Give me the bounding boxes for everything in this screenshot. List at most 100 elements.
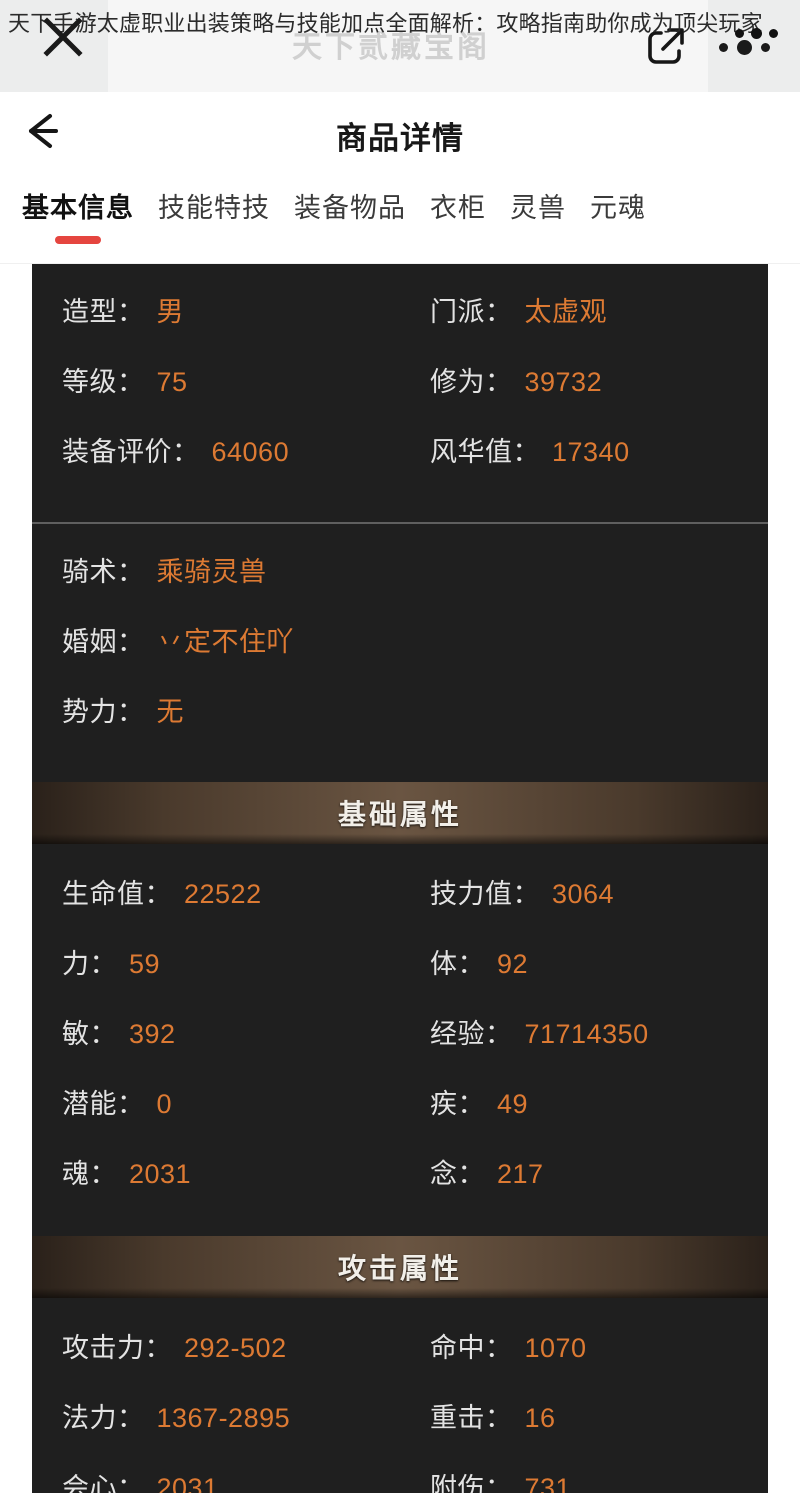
row-value: 16 [524,1403,556,1433]
attack-attributes-header: 攻击属性 [32,1236,768,1298]
row-value: 64060 [211,437,290,467]
tab-label: 衣柜 [430,193,486,223]
tab-label: 基本信息 [22,193,134,223]
basic-info-section: 造型： 男 门派： 太虚观 等级： 75 修为： 39732 装备评价： 640… [32,264,768,522]
row-value: 3064 [552,879,615,909]
row-label: 技力值： [430,879,540,909]
attack-attributes-section: 攻击力： 292-502 命中： 1070 法力： 1367-2895 重击： … [32,1298,768,1493]
info-row-faction: 势力： 无 [32,690,768,760]
row-label: 等级： [62,367,145,397]
base-attributes-header: 基础属性 [32,782,768,844]
info-row-level: 等级： 75 [32,360,400,430]
attr-row-magic-power: 法力： 1367-2895 [32,1396,400,1466]
row-label: 婚姻： [62,627,145,657]
row-value: 49 [497,1089,529,1119]
row-label: 念： [430,1159,485,1189]
tab-equipment[interactable]: 装备物品 [294,178,430,244]
row-label: 装备评价： [62,437,200,467]
row-label: 门派： [430,297,513,327]
row-label: 敏： [62,1019,117,1049]
row-label: 修为： [430,367,513,397]
row-value: 男 [156,297,184,327]
row-value: 39732 [524,367,603,397]
close-x-icon[interactable] [42,16,84,58]
row-value: 292-502 [184,1333,287,1363]
row-value: 1367-2895 [156,1403,291,1433]
info-row-sect: 门派： 太虚观 [400,290,768,360]
more-dots-icon-nav[interactable] [719,40,770,55]
row-label: 魂： [62,1159,117,1189]
tab-skills[interactable]: 技能特技 [158,178,294,244]
navbar: 商品详情 [0,92,800,178]
character-info-card: 造型： 男 门派： 太虚观 等级： 75 修为： 39732 装备评价： 640… [32,264,768,1493]
attr-row-experience: 经验： 71714350 [400,1012,768,1082]
tab-active-indicator [515,236,561,244]
social-info-section: 骑术： 乘骑灵兽 婚姻： 丷定不住吖 势力： 无 [32,522,768,782]
tab-active-indicator [327,236,373,244]
attr-row-attack-power: 攻击力： 292-502 [32,1326,400,1396]
row-value: 71714350 [524,1019,649,1049]
row-label: 骑术： [62,557,145,587]
row-label: 疾： [430,1089,485,1119]
attr-row-potential: 潜能： 0 [32,1082,400,1152]
row-label: 附伤： [430,1473,513,1493]
back-arrow-icon[interactable] [22,108,68,159]
row-label: 风华值： [430,437,540,467]
tab-soul[interactable]: 元魂 [590,178,670,244]
attr-row-mp: 技力值： 3064 [400,872,768,942]
tab-wardrobe[interactable]: 衣柜 [430,178,510,244]
tab-active-indicator [595,236,641,244]
more-dots-icon-top[interactable] [735,28,778,39]
tab-label: 元魂 [590,193,646,223]
attr-row-agility: 敏： 392 [32,1012,400,1082]
row-label: 命中： [430,1333,513,1363]
page-title: 商品详情 [336,120,464,156]
tab-label: 灵兽 [510,193,566,223]
row-value: 1070 [524,1333,587,1363]
attr-row-heavy-strike: 重击： 16 [400,1396,768,1466]
attr-row-accuracy: 命中： 1070 [400,1326,768,1396]
tab-basic-info[interactable]: 基本信息 [22,178,158,244]
row-value: 392 [129,1019,176,1049]
row-value: 0 [156,1089,173,1119]
detail-panel: 造型： 男 门派： 太虚观 等级： 75 修为： 39732 装备评价： 640… [0,264,800,1493]
attr-row-mind: 念： 217 [400,1152,768,1222]
row-value: 92 [497,949,529,979]
info-row-mount: 骑术： 乘骑灵兽 [32,550,768,620]
attr-row-extra-damage: 附伤： 731 [400,1466,768,1493]
row-value: 217 [497,1159,544,1189]
row-value: 2031 [156,1473,219,1493]
section-title: 攻击属性 [337,1253,462,1284]
tab-label: 装备物品 [294,193,406,223]
info-row-cultivation: 修为： 39732 [400,360,768,430]
row-value: 22522 [184,879,262,909]
row-value: 无 [156,697,184,727]
attr-row-strength: 力： 59 [32,942,400,1012]
tab-active-indicator [55,236,101,244]
base-attributes-section: 生命值： 22522 技力值： 3064 力： 59 体： 92 敏： 392 … [32,844,768,1236]
info-row-gear-score: 装备评价： 64060 [32,430,400,500]
article-title: 天下手游太虚职业出装策略与技能加点全面解析：攻略指南助你成为顶尖玩家 [8,11,763,36]
row-value: 731 [524,1473,572,1493]
row-label: 体： [430,949,485,979]
row-label: 潜能： [62,1089,145,1119]
attr-row-critical: 会心： 2031 [32,1466,400,1493]
tab-active-indicator [435,236,481,244]
attr-row-soul: 魂： 2031 [32,1152,400,1222]
tab-active-indicator [191,236,237,244]
row-label: 生命值： [62,879,172,909]
info-row-marriage: 婚姻： 丷定不住吖 [32,620,768,690]
tab-spirit-beast[interactable]: 灵兽 [510,178,590,244]
row-label: 重击： [430,1403,513,1433]
page-root: 天下贰藏宝阁 天下手游太虚职业出装策略与技能加点全面解析：攻略指南助你成为顶尖玩… [0,0,800,1493]
row-label: 法力： [62,1403,145,1433]
attr-row-speed: 疾： 49 [400,1082,768,1152]
row-label: 力： [62,949,117,979]
row-value: 2031 [129,1159,192,1189]
info-row-fenghua: 风华值： 17340 [400,430,768,500]
row-value: 75 [156,367,188,397]
tab-label: 技能特技 [158,193,270,223]
row-label: 造型： [62,297,145,327]
row-value: 17340 [552,437,630,467]
row-label: 会心： [62,1473,145,1493]
